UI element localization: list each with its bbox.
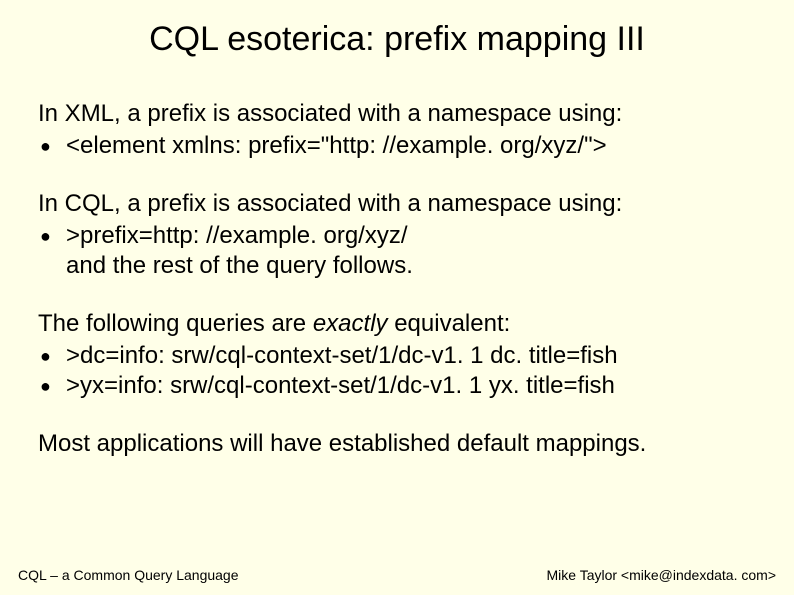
section-lead: The following queries are exactly equiva… [38,309,756,339]
section-equivalent: The following queries are exactly equiva… [38,309,756,401]
slide-title: CQL esoterica: prefix mapping III [38,20,756,59]
footer: CQL – a Common Query Language Mike Taylo… [0,567,794,583]
bullet-item: ● >dc=info: srw/cql-context-set/1/dc-v1.… [38,341,756,371]
lead-pre: The following queries are [38,310,313,337]
lead-post: equivalent: [388,310,511,337]
bullet-item: ● >yx=info: srw/cql-context-set/1/dc-v1.… [38,371,756,401]
bullet-text: >dc=info: srw/cql-context-set/1/dc-v1. 1… [66,341,756,371]
bullet-icon: ● [38,341,66,371]
bullet-icon: ● [38,221,66,251]
section-lead: In XML, a prefix is associated with a na… [38,99,756,129]
footer-left: CQL – a Common Query Language [18,567,239,583]
section-xml: In XML, a prefix is associated with a na… [38,99,756,161]
section-lead: Most applications will have established … [38,429,756,459]
bullet-text: >prefix=http: //example. org/xyz/ and th… [66,221,756,281]
bullet-icon: ● [38,371,66,401]
lead-emphasis: exactly [313,310,388,337]
bullet-text: >yx=info: srw/cql-context-set/1/dc-v1. 1… [66,371,756,401]
section-lead: In CQL, a prefix is associated with a na… [38,189,756,219]
slide: CQL esoterica: prefix mapping III In XML… [0,0,794,595]
section-cql: In CQL, a prefix is associated with a na… [38,189,756,281]
section-closing: Most applications will have established … [38,429,756,459]
bullet-item: ● >prefix=http: //example. org/xyz/ and … [38,221,756,281]
bullet-item: ● <element xmlns: prefix="http: //exampl… [38,131,756,161]
footer-right: Mike Taylor <mike@indexdata. com> [547,567,777,583]
bullet-text: <element xmlns: prefix="http: //example.… [66,131,756,161]
bullet-icon: ● [38,131,66,161]
